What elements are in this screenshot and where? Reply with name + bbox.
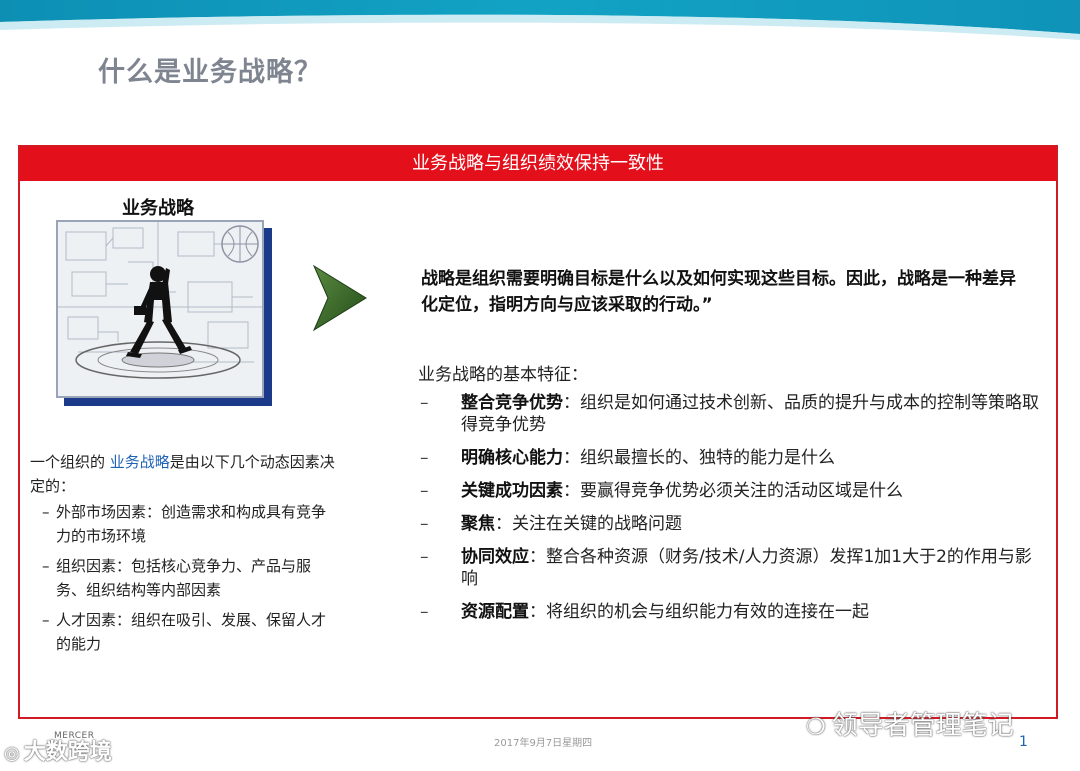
footer-date: 2017年9月7日星期四 xyxy=(494,738,593,749)
factor-text: 外部市场因素：创造需求和构成具有竞争力的市场环境 xyxy=(56,503,327,545)
feature-term: 关键成功因素 xyxy=(461,481,563,501)
wechat-icon: ❍ xyxy=(806,715,826,740)
intro-pre: 一个组织的 xyxy=(30,453,110,471)
feature-text: ：组织最擅长的、独特的能力是什么 xyxy=(563,448,835,468)
list-item: – 人才因素：组织在吸引、发展、保留人才的能力 xyxy=(42,608,332,656)
frame-header: 业务战略与组织绩效保持一致性 xyxy=(20,147,1056,181)
list-item: – 关键成功因素：要赢得竞争优势必须关注的活动区域是什么 xyxy=(420,480,1040,502)
strategy-quote: 战略是组织需要明确目标是什么以及如何实现这些目标。因此，战略是一种差异化定位，指… xyxy=(421,269,1016,315)
dash: – xyxy=(420,481,429,501)
watermark-right: ❍ 领导者管理笔记 xyxy=(806,705,1014,742)
slide-title: 什么是业务战略？ xyxy=(98,57,322,88)
list-item: – 外部市场因素：创造需求和构成具有竞争力的市场环境 xyxy=(42,500,332,548)
dash: – xyxy=(420,448,429,468)
factor-text: 人才因素：组织在吸引、发展、保留人才的能力 xyxy=(56,611,327,653)
dash: – xyxy=(420,514,429,534)
list-item: – 聚焦：关注在关键的战略问题 xyxy=(420,513,1040,535)
dash: – xyxy=(42,611,50,629)
features-title: 业务战略的基本特征： xyxy=(418,365,588,385)
feature-term: 资源配置 xyxy=(461,602,529,622)
page-number: 1 xyxy=(1019,734,1028,750)
watermark-left: ◎ 大数跨境 xyxy=(4,734,112,766)
list-item: – 协同效应：整合各种资源（财务/技术/人力资源）发挥1加1大于2的作用与影响 xyxy=(420,546,1040,590)
list-item: – 资源配置：将组织的机会与组织能力有效的连接在一起 xyxy=(420,601,1040,623)
feature-text: ：将组织的机会与组织能力有效的连接在一起 xyxy=(529,602,869,622)
watermark-right-text: 领导者管理笔记 xyxy=(831,711,1014,741)
feature-text: ：关注在关键的战略问题 xyxy=(495,514,682,534)
factors-list: – 外部市场因素：创造需求和构成具有竞争力的市场环境 – 组织因素：包括核心竞争力、… xyxy=(42,500,332,662)
strategy-label: 业务战略 xyxy=(122,198,194,219)
dash: – xyxy=(420,393,429,413)
left-intro: 一个组织的 业务战略是由以下几个动态因素决定的： xyxy=(30,450,340,498)
feature-term: 明确核心能力 xyxy=(461,448,563,468)
list-item: – 明确核心能力：组织最擅长的、独特的能力是什么 xyxy=(420,447,1040,469)
dash: – xyxy=(42,503,50,521)
watermark-left-text: 大数跨境 xyxy=(23,740,112,765)
top-band xyxy=(0,0,1080,48)
features-list: – 整合竞争优势：组织是如何通过技术创新、品质的提升与成本的控制等策略取得竞争优势… xyxy=(420,392,1040,634)
dash: – xyxy=(42,557,50,575)
intro-highlight: 业务战略 xyxy=(109,453,170,471)
factor-text: 组织因素：包括核心竞争力、产品与服务、组织结构等内部因素 xyxy=(56,557,312,599)
feature-term: 协同效应 xyxy=(461,547,529,567)
feature-term: 聚焦 xyxy=(461,514,495,534)
feature-text: ：整合各种资源（财务/技术/人力资源）发挥1加1大于2的作用与影响 xyxy=(461,547,1032,589)
feature-term: 整合竞争优势 xyxy=(461,393,563,413)
feature-text: ：要赢得竞争优势必须关注的活动区域是什么 xyxy=(563,481,903,501)
list-item: – 整合竞争优势：组织是如何通过技术创新、品质的提升与成本的控制等策略取得竞争优势 xyxy=(420,392,1040,436)
chevron-right-icon xyxy=(312,264,367,332)
list-item: – 组织因素：包括核心竞争力、产品与服务、组织结构等内部因素 xyxy=(42,554,332,602)
weibo-icon: ◎ xyxy=(4,743,20,764)
businessman-photo xyxy=(56,220,272,406)
dash: – xyxy=(420,602,429,622)
photo-frame xyxy=(56,220,264,398)
dash: – xyxy=(420,547,429,567)
